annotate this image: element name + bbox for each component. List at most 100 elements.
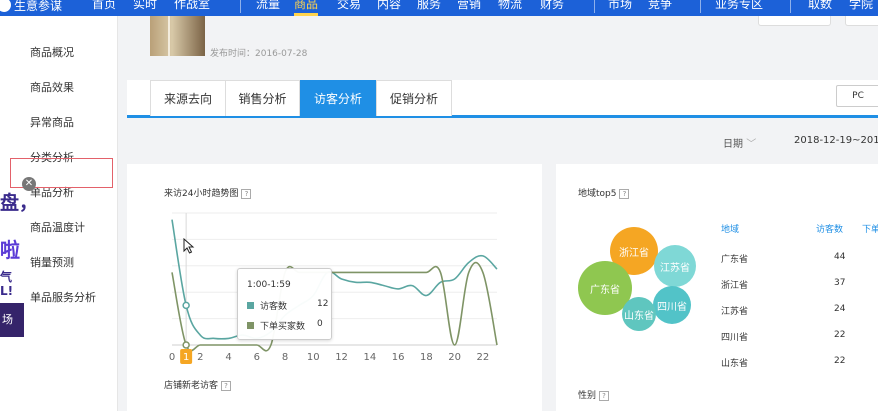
- column-header-visitors[interactable]: 访客数: [816, 222, 843, 235]
- date-range[interactable]: 2018-12-19~201: [794, 135, 878, 146]
- device-toggle-pc[interactable]: PC: [836, 85, 878, 107]
- brand-logo[interactable]: 生意参谋: [0, 0, 62, 15]
- nav-item-service[interactable]: 服务: [417, 0, 441, 12]
- brand-name: 生意参谋: [14, 0, 63, 13]
- tooltip-row: 下单买家数: [247, 319, 305, 332]
- nav-item-marketing[interactable]: 营销: [457, 0, 481, 12]
- nav-item-home[interactable]: 首页: [92, 0, 116, 12]
- series-line-buyers[interactable]: [171, 261, 498, 352]
- table-cell-region: 浙江省: [721, 281, 749, 291]
- product-thumbnail[interactable]: [150, 16, 205, 56]
- table-cell-visitors: 24: [834, 304, 846, 314]
- table-cell-visitors: 37: [834, 278, 846, 288]
- region-bubble[interactable]: 山东省: [622, 297, 656, 331]
- visitor-trend-chart[interactable]: 0 1 2 4 6 8 10 12 14 16 18 20 22: [160, 205, 505, 367]
- table-cell-region: 江苏省: [721, 307, 749, 317]
- bubble-label: 四川省: [657, 301, 687, 313]
- nav-item-realtime[interactable]: 实时: [133, 0, 157, 12]
- x-tick-label: 22: [477, 352, 490, 363]
- region-bubble[interactable]: 江苏省: [654, 245, 696, 287]
- sidebar-item-abnormal[interactable]: 异常商品: [30, 114, 74, 130]
- help-icon[interactable]: ?: [599, 390, 610, 401]
- mouse-cursor-icon: [183, 238, 195, 254]
- nav-item-trade[interactable]: 交易: [337, 0, 361, 12]
- nav-item-traffic[interactable]: 流量: [256, 0, 280, 12]
- legend-swatch: [247, 322, 254, 329]
- table-cell-visitors: 22: [834, 330, 846, 340]
- nav-item-warroom[interactable]: 作战室: [174, 0, 210, 12]
- nav-item-fetch-data[interactable]: 取数: [808, 0, 832, 12]
- tab-visitors[interactable]: 访客分析: [300, 80, 376, 116]
- nav-item-market[interactable]: 市场: [608, 0, 632, 12]
- chart-tooltip: 1:00-1:59 访客数 12 下单买家数 0: [237, 268, 332, 340]
- column-header-orders[interactable]: 下单: [862, 222, 878, 235]
- promo-text: 场: [2, 313, 13, 326]
- gender-title: 性别?: [578, 388, 610, 401]
- tab-source[interactable]: 来源去向: [150, 80, 226, 116]
- tooltip-value: 12: [317, 299, 329, 309]
- trend-title-text: 来访24小时趋势图: [164, 189, 239, 199]
- nav-item-content[interactable]: 内容: [377, 0, 401, 12]
- tab-promotion[interactable]: 促销分析: [376, 80, 452, 116]
- promo-banner[interactable]: 场: [0, 303, 24, 337]
- tab-sales[interactable]: 销售分析: [225, 80, 300, 116]
- nav-divider: [594, 0, 595, 13]
- help-icon[interactable]: ?: [241, 188, 252, 199]
- sidebar-item-sales-forecast[interactable]: 销量预测: [30, 254, 74, 270]
- promo-text: L!: [0, 284, 14, 298]
- analysis-tabs: 来源去向 销售分析 访客分析 促销分析: [127, 80, 878, 118]
- nav-item-competition[interactable]: 竞争: [648, 0, 672, 12]
- nav-item-logistics[interactable]: 物流: [498, 0, 522, 12]
- nav-divider: [790, 0, 791, 13]
- newold-title: 店铺新老访客?: [164, 378, 232, 391]
- table-cell-region: 广东省: [721, 255, 749, 265]
- header-button[interactable]: [845, 16, 878, 26]
- x-tick-label: 6: [254, 352, 260, 363]
- x-tick-label: 2: [197, 352, 203, 363]
- bubble-label: 江苏省: [660, 262, 690, 274]
- promo-text: 气: [0, 270, 13, 284]
- x-tick-label: 16: [392, 352, 405, 363]
- table-cell-region: 山东省: [721, 359, 749, 369]
- sidebar-item-overview[interactable]: 商品概况: [30, 44, 74, 60]
- promo-text: 盘，: [0, 192, 39, 214]
- region-title-text: 地域top5: [578, 189, 617, 199]
- x-tick-label: 1: [183, 352, 189, 363]
- bubble-label: 浙江省: [619, 247, 649, 259]
- date-row: [127, 118, 878, 164]
- help-icon[interactable]: ?: [619, 188, 630, 199]
- promo-text: 啦: [0, 238, 20, 262]
- bubble-label: 广东省: [590, 284, 620, 296]
- x-tick-label: 20: [448, 352, 461, 363]
- top-nav: 生意参谋 首页 实时 作战室 流量 商品 交易 内容 服务 营销 物流 财务 市…: [0, 0, 878, 16]
- nav-item-finance[interactable]: 财务: [540, 0, 564, 12]
- tooltip-label: 访客数: [260, 302, 288, 312]
- table-cell-visitors: 22: [834, 356, 846, 366]
- header-button[interactable]: [758, 16, 831, 26]
- legend-swatch: [247, 302, 254, 309]
- nav-item-product[interactable]: 商品: [294, 0, 319, 16]
- nav-item-business-zone[interactable]: 业务专区: [715, 0, 763, 12]
- help-icon[interactable]: ?: [221, 380, 232, 391]
- publish-time: 发布时间：2016-07-28: [210, 49, 308, 59]
- data-point[interactable]: [182, 341, 190, 349]
- x-tick-label: 4: [225, 352, 231, 363]
- nav-item-academy[interactable]: 学院: [849, 0, 873, 12]
- sidebar-item-service-analysis[interactable]: 单品服务分析: [30, 289, 96, 305]
- gender-title-text: 性别: [578, 391, 597, 401]
- date-label: 日期: [723, 139, 743, 150]
- tooltip-value: 0: [317, 319, 323, 329]
- region-bubble[interactable]: 四川省: [653, 286, 691, 324]
- data-point[interactable]: [182, 301, 190, 310]
- column-header-region[interactable]: 地域: [721, 222, 739, 235]
- x-tick-label: 8: [282, 352, 288, 363]
- trend-title: 来访24小时趋势图?: [164, 186, 252, 199]
- nav-divider: [700, 0, 701, 13]
- newold-title-text: 店铺新老访客: [164, 381, 219, 391]
- date-selector[interactable]: 日期 ﹀: [723, 135, 756, 150]
- sidebar-item-effect[interactable]: 商品效果: [30, 79, 74, 95]
- bubble-label: 山东省: [624, 310, 654, 322]
- tooltip-row: 访客数: [247, 299, 287, 312]
- nav-divider: [240, 0, 241, 13]
- sidebar-item-thermometer[interactable]: 商品温度计: [30, 219, 85, 235]
